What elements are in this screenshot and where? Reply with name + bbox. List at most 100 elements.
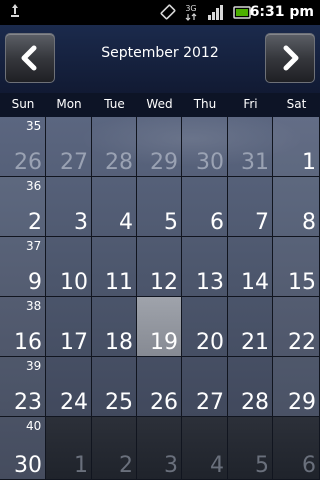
day-cell[interactable]: 7 xyxy=(228,177,273,237)
day-cell[interactable]: 25 xyxy=(92,357,137,417)
day-cell[interactable]: 29 xyxy=(273,357,320,417)
day-number: 17 xyxy=(60,330,88,355)
day-number: 4 xyxy=(210,453,224,478)
day-number: 31 xyxy=(241,150,269,175)
weekday-label-wed: Wed xyxy=(146,97,173,111)
week-number: 36 xyxy=(26,179,42,193)
day-number: 15 xyxy=(288,270,316,295)
day-cell[interactable]: 26 xyxy=(137,357,182,417)
day-number: 6 xyxy=(302,453,316,478)
day-number: 2 xyxy=(119,453,133,478)
weekday-header-row: Sun Mon Tue Wed Thu Fri Sat xyxy=(0,93,320,117)
day-number: 10 xyxy=(60,270,88,295)
day-number: 30 xyxy=(196,150,224,175)
week-number: 38 xyxy=(26,299,42,313)
month-grid: 35 26 27 28 29 30 31 1 36 2 3 4 5 6 7 8 37 9 10 11 12 13 14 15 3… xyxy=(0,117,320,480)
day-cell[interactable]: 28 xyxy=(228,357,273,417)
day-number: 28 xyxy=(105,150,133,175)
day-number: 14 xyxy=(241,270,269,295)
day-number: 29 xyxy=(150,150,178,175)
vibrate-icon xyxy=(160,4,176,20)
chevron-right-icon xyxy=(283,45,299,71)
day-number: 11 xyxy=(105,270,133,295)
day-cell[interactable]: 14 xyxy=(228,237,273,297)
day-cell[interactable]: 28 xyxy=(92,117,137,177)
day-cell[interactable]: 4 xyxy=(182,417,228,480)
day-cell[interactable]: 1 xyxy=(46,417,92,480)
status-time: 6:31 pm xyxy=(249,4,314,20)
day-cell[interactable]: 6 xyxy=(273,417,320,480)
day-number: 3 xyxy=(164,453,178,478)
day-number: 1 xyxy=(74,453,88,478)
day-cell[interactable]: 39 23 xyxy=(0,357,46,417)
day-cell[interactable]: 12 xyxy=(137,237,182,297)
day-number: 28 xyxy=(241,390,269,415)
week-number: 39 xyxy=(26,359,42,373)
day-cell[interactable]: 35 26 xyxy=(0,117,46,177)
day-cell[interactable]: 15 xyxy=(273,237,320,297)
day-cell[interactable]: 20 xyxy=(182,297,228,357)
day-number: 16 xyxy=(14,330,42,355)
day-cell[interactable]: 1 xyxy=(273,117,320,177)
day-number: 22 xyxy=(288,330,316,355)
day-cell[interactable]: 3 xyxy=(137,417,182,480)
day-number: 21 xyxy=(241,330,269,355)
day-cell[interactable]: 40 30 xyxy=(0,417,46,480)
calendar-header: September 2012 xyxy=(0,25,320,93)
day-cell[interactable]: 24 xyxy=(46,357,92,417)
day-cell[interactable]: 18 xyxy=(92,297,137,357)
day-number: 6 xyxy=(210,210,224,235)
day-cell[interactable]: 29 xyxy=(137,117,182,177)
day-cell[interactable]: 11 xyxy=(92,237,137,297)
day-number: 19 xyxy=(150,330,178,355)
day-cell[interactable]: 10 xyxy=(46,237,92,297)
day-cell[interactable]: 6 xyxy=(182,177,228,237)
week-number: 35 xyxy=(26,119,42,133)
day-cell[interactable]: 21 xyxy=(228,297,273,357)
next-month-button[interactable] xyxy=(265,33,315,83)
day-number: 18 xyxy=(105,330,133,355)
month-title: September 2012 xyxy=(101,45,219,61)
day-number: 13 xyxy=(196,270,224,295)
day-cell[interactable]: 38 16 xyxy=(0,297,46,357)
day-cell[interactable]: 36 2 xyxy=(0,177,46,237)
day-number: 26 xyxy=(150,390,178,415)
day-cell[interactable]: 27 xyxy=(46,117,92,177)
day-cell[interactable]: 5 xyxy=(137,177,182,237)
day-number: 20 xyxy=(196,330,224,355)
usb-debug-icon xyxy=(11,4,19,17)
3g-data-icon: 3G xyxy=(185,4,197,21)
selected-day-cell[interactable]: 19 xyxy=(137,297,182,357)
svg-text:3G: 3G xyxy=(185,4,196,13)
day-number: 12 xyxy=(150,270,178,295)
day-cell[interactable]: 17 xyxy=(46,297,92,357)
day-cell[interactable]: 5 xyxy=(228,417,273,480)
day-number: 27 xyxy=(60,150,88,175)
week-number: 37 xyxy=(26,239,42,253)
weekday-label-mon: Mon xyxy=(56,97,82,111)
day-cell[interactable]: 30 xyxy=(182,117,228,177)
day-number: 5 xyxy=(255,453,269,478)
day-cell[interactable]: 13 xyxy=(182,237,228,297)
day-cell[interactable]: 31 xyxy=(228,117,273,177)
weekday-label-tue: Tue xyxy=(104,97,125,111)
prev-month-button[interactable] xyxy=(5,33,55,83)
day-cell[interactable]: 2 xyxy=(92,417,137,480)
status-bar: 3G 6:31 pm xyxy=(0,0,320,25)
day-cell[interactable]: 3 xyxy=(46,177,92,237)
weekday-label-fri: Fri xyxy=(243,97,258,111)
day-number: 1 xyxy=(302,150,316,175)
day-cell[interactable]: 22 xyxy=(273,297,320,357)
weekday-label-sun: Sun xyxy=(11,97,35,111)
day-cell[interactable]: 27 xyxy=(182,357,228,417)
day-number: 9 xyxy=(28,270,42,295)
day-cell[interactable]: 37 9 xyxy=(0,237,46,297)
day-number: 24 xyxy=(60,390,88,415)
day-number: 27 xyxy=(196,390,224,415)
day-cell[interactable]: 4 xyxy=(92,177,137,237)
weekday-label-sat: Sat xyxy=(286,97,307,111)
day-number: 26 xyxy=(14,150,42,175)
chevron-left-icon xyxy=(21,45,37,71)
day-cell[interactable]: 8 xyxy=(273,177,320,237)
day-number: 23 xyxy=(14,390,42,415)
